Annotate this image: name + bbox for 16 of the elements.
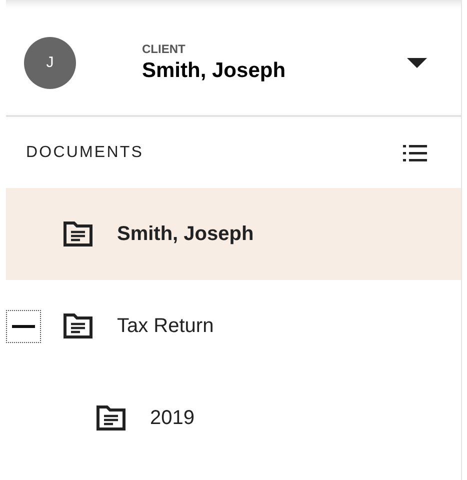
tree-item[interactable]: Smith, Joseph: [6, 188, 461, 280]
avatar: J: [24, 36, 76, 88]
document-icon: [63, 221, 93, 247]
list-icon[interactable]: [403, 144, 427, 162]
collapse-toggle[interactable]: [6, 310, 41, 342]
item-label: Tax Return: [117, 314, 214, 338]
item-label: 2019: [150, 406, 194, 430]
tree-item[interactable]: Tax Return: [6, 280, 461, 372]
tree-item[interactable]: 2019: [6, 372, 461, 464]
client-name: Smith, Joseph: [142, 59, 287, 83]
document-icon: [63, 313, 93, 339]
section-title: DOCUMENTS: [26, 144, 144, 162]
document-icon: [96, 405, 126, 431]
client-label: CLIENT: [142, 42, 186, 56]
dropdown-caret-icon[interactable]: [407, 58, 427, 68]
item-label: Smith, Joseph: [117, 222, 254, 246]
